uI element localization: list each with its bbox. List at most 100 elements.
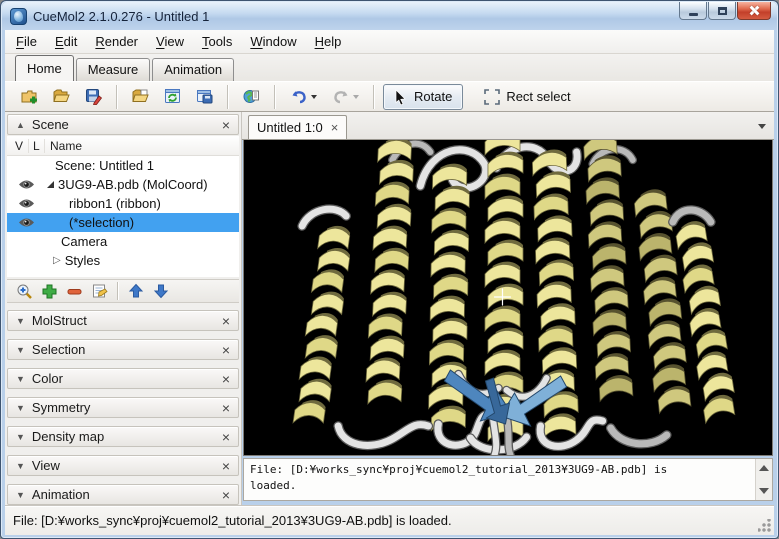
- network-pdb-icon: [243, 88, 260, 105]
- properties-button[interactable]: [88, 281, 110, 301]
- undo-button[interactable]: [284, 84, 322, 110]
- view-tab[interactable]: Untitled 1:0 ×: [248, 115, 347, 139]
- panel-title: Density map: [32, 429, 222, 444]
- tree-item-label: ribbon1 (ribbon): [69, 196, 161, 211]
- visibility-eye-icon[interactable]: [7, 198, 45, 209]
- tree-item-label: Scene: Untitled 1: [55, 158, 154, 173]
- tree-row[interactable]: ▷ Styles: [7, 251, 239, 270]
- resize-grip[interactable]: [758, 519, 772, 533]
- panel-close-icon[interactable]: ×: [222, 432, 230, 442]
- panel-header-symmetry[interactable]: ▼Symmetry×: [7, 397, 239, 418]
- panel-title: Symmetry: [32, 400, 222, 415]
- menu-help[interactable]: Help: [306, 31, 351, 52]
- panel-header-animation[interactable]: ▼Animation×: [7, 484, 239, 505]
- tree-row[interactable]: (*selection): [7, 213, 239, 232]
- toolbar-separator: [373, 85, 374, 109]
- file-open-button[interactable]: [126, 84, 154, 110]
- tab-measure[interactable]: Measure: [76, 58, 151, 81]
- visibility-eye-icon[interactable]: [7, 179, 45, 190]
- add-button[interactable]: [38, 281, 60, 301]
- title-bar[interactable]: CueMol2 2.1.0.276 - Untitled 1: [2, 2, 777, 30]
- move-down-button[interactable]: [150, 281, 172, 301]
- panel-close-icon[interactable]: ×: [222, 403, 230, 413]
- panel-close-icon[interactable]: ×: [222, 461, 230, 471]
- close-button[interactable]: [737, 2, 771, 20]
- panel-header-molstruct[interactable]: ▼MolStruct×: [7, 310, 239, 331]
- cursor-arrow-icon: [394, 89, 408, 105]
- tab-home[interactable]: Home: [15, 55, 74, 81]
- menu-tools[interactable]: Tools: [193, 31, 241, 52]
- scroll-down-icon[interactable]: [759, 488, 769, 494]
- undo-icon: [290, 88, 308, 105]
- scene-panel-header[interactable]: ▲ Scene ×: [7, 114, 239, 135]
- expand-chevron-icon: ▼: [16, 345, 25, 355]
- panel-header-view[interactable]: ▼View×: [7, 455, 239, 476]
- panel-title: MolStruct: [32, 313, 222, 328]
- expand-chevron-icon: ▼: [16, 490, 25, 500]
- toolbar-separator: [117, 282, 118, 300]
- scene-tree-toolbar: [7, 279, 239, 303]
- scene-open-button[interactable]: [47, 84, 75, 110]
- file-open-icon: [132, 88, 149, 105]
- move-up-button[interactable]: [125, 281, 147, 301]
- rect-select-label: Rect select: [506, 89, 570, 104]
- tree-item-label: 3UG9-AB.pdb (MolCoord): [58, 177, 208, 192]
- rect-select-tool-button[interactable]: Rect select: [473, 84, 581, 110]
- move-up-icon: [128, 283, 144, 299]
- panel-header-selection[interactable]: ▼Selection×: [7, 339, 239, 360]
- properties-icon: [91, 283, 108, 300]
- column-name: Name: [45, 139, 82, 153]
- scene-panel-close-icon[interactable]: ×: [222, 120, 230, 130]
- zoom-plus-icon: [16, 283, 33, 300]
- maximize-button[interactable]: [708, 2, 736, 20]
- menu-render[interactable]: Render: [86, 31, 147, 52]
- panel-header-color[interactable]: ▼Color×: [7, 368, 239, 389]
- scroll-up-icon[interactable]: [759, 465, 769, 471]
- tab-animation[interactable]: Animation: [152, 58, 234, 81]
- scene-save-button[interactable]: [79, 84, 107, 110]
- dropdown-caret-icon[interactable]: [311, 95, 317, 99]
- tree-item-label: Camera: [61, 234, 107, 249]
- tree-row[interactable]: Camera: [7, 232, 239, 251]
- redo-button[interactable]: [326, 84, 364, 110]
- dropdown-caret-icon[interactable]: [353, 95, 359, 99]
- expand-chevron-icon: ▼: [16, 432, 25, 442]
- panel-close-icon[interactable]: ×: [222, 490, 230, 500]
- view-tab-dropdown-icon[interactable]: [758, 124, 766, 129]
- network-pdb-button[interactable]: [237, 84, 265, 110]
- molecule-viewport[interactable]: [243, 140, 773, 456]
- scene-panel-title: Scene: [32, 117, 222, 132]
- panel-header-density-map[interactable]: ▼ Density map×: [7, 426, 239, 447]
- menu-file[interactable]: File: [7, 31, 46, 52]
- tree-item-label: Styles: [65, 253, 100, 268]
- view-tab-close-icon[interactable]: ×: [331, 123, 339, 133]
- menu-window[interactable]: Window: [241, 31, 305, 52]
- expander-open-icon[interactable]: [47, 181, 54, 188]
- view-reload-button[interactable]: [158, 84, 186, 110]
- ribbon-tabrow: HomeMeasureAnimation: [5, 54, 774, 81]
- scene-tree: Scene: Untitled 1 3UG9-AB.pdb (MolCoord) r…: [7, 156, 239, 277]
- app-window: CueMol2 2.1.0.276 - Untitled 1 FileEditR…: [0, 0, 779, 539]
- remove-button[interactable]: [63, 281, 85, 301]
- move-down-icon: [153, 283, 169, 299]
- toolbar-separator: [227, 85, 228, 109]
- zoom-plus-button[interactable]: [13, 281, 35, 301]
- menu-view[interactable]: View: [147, 31, 193, 52]
- tree-row[interactable]: Scene: Untitled 1: [7, 156, 239, 175]
- rotate-tool-button[interactable]: Rotate: [383, 84, 463, 110]
- minimize-button[interactable]: [679, 2, 707, 20]
- menu-edit[interactable]: Edit: [46, 31, 86, 52]
- view-save-button[interactable]: [190, 84, 218, 110]
- visibility-eye-icon[interactable]: [7, 217, 45, 228]
- panel-close-icon[interactable]: ×: [222, 374, 230, 384]
- log-scrollbar[interactable]: [755, 459, 772, 500]
- scene-save-icon: [85, 88, 102, 105]
- expander-closed-icon[interactable]: ▷: [53, 255, 61, 266]
- log-output[interactable]: File: [D:¥works_sync¥proj¥cuemol2_tutori…: [243, 458, 773, 501]
- toolbar-separator: [274, 85, 275, 109]
- scene-new-button[interactable]: [15, 84, 43, 110]
- tree-row[interactable]: 3UG9-AB.pdb (MolCoord): [7, 175, 239, 194]
- panel-close-icon[interactable]: ×: [222, 316, 230, 326]
- tree-row[interactable]: ribbon1 (ribbon): [7, 194, 239, 213]
- panel-close-icon[interactable]: ×: [222, 345, 230, 355]
